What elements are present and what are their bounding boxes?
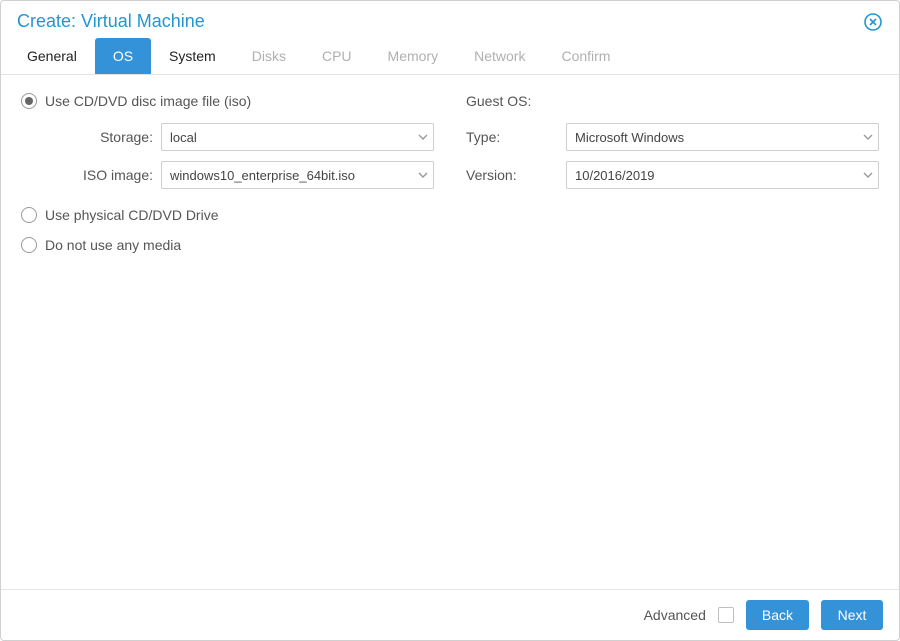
iso-label: ISO image: xyxy=(21,167,161,183)
next-button[interactable]: Next xyxy=(821,600,883,630)
tab-system[interactable]: System xyxy=(151,38,234,74)
radio-iso[interactable] xyxy=(21,93,37,109)
radio-physical-label: Use physical CD/DVD Drive xyxy=(45,207,218,223)
radio-physical[interactable] xyxy=(21,207,37,223)
radio-none-label: Do not use any media xyxy=(45,237,181,253)
dialog-title: Create: Virtual Machine xyxy=(17,11,205,32)
col-guest-os: Guest OS: Type: Version: xyxy=(466,93,879,571)
col-media: Use CD/DVD disc image file (iso) Storage… xyxy=(21,93,434,571)
iso-combo[interactable] xyxy=(161,161,434,189)
version-combo[interactable] xyxy=(566,161,879,189)
radio-none[interactable] xyxy=(21,237,37,253)
type-combo[interactable] xyxy=(566,123,879,151)
tab-cpu: CPU xyxy=(304,38,370,74)
tab-memory: Memory xyxy=(370,38,457,74)
radio-iso-label: Use CD/DVD disc image file (iso) xyxy=(45,93,251,109)
radio-row-none[interactable]: Do not use any media xyxy=(21,237,434,253)
line-storage: Storage: xyxy=(21,123,434,151)
wizard-tabs: General OS System Disks CPU Memory Netwo… xyxy=(1,38,899,75)
storage-label: Storage: xyxy=(21,129,161,145)
type-input[interactable] xyxy=(566,123,879,151)
titlebar: Create: Virtual Machine xyxy=(1,1,899,38)
guest-os-heading: Guest OS: xyxy=(466,93,879,109)
tab-general[interactable]: General xyxy=(9,38,95,74)
version-label: Version: xyxy=(466,167,566,183)
type-label: Type: xyxy=(466,129,566,145)
tab-network: Network xyxy=(456,38,543,74)
tab-disks: Disks xyxy=(234,38,304,74)
back-button[interactable]: Back xyxy=(746,600,809,630)
line-type: Type: xyxy=(466,123,879,151)
version-input[interactable] xyxy=(566,161,879,189)
close-icon[interactable] xyxy=(863,12,883,32)
advanced-checkbox[interactable] xyxy=(718,607,734,623)
storage-combo[interactable] xyxy=(161,123,434,151)
storage-input[interactable] xyxy=(161,123,434,151)
tab-confirm: Confirm xyxy=(543,38,628,74)
tab-os[interactable]: OS xyxy=(95,38,151,74)
dialog-footer: Advanced Back Next xyxy=(1,589,899,640)
dialog-body: Use CD/DVD disc image file (iso) Storage… xyxy=(1,75,899,589)
advanced-label: Advanced xyxy=(644,607,706,623)
radio-row-iso[interactable]: Use CD/DVD disc image file (iso) xyxy=(21,93,434,109)
line-iso: ISO image: xyxy=(21,161,434,189)
line-version: Version: xyxy=(466,161,879,189)
iso-input[interactable] xyxy=(161,161,434,189)
dialog-create-vm: Create: Virtual Machine General OS Syste… xyxy=(0,0,900,641)
radio-row-physical[interactable]: Use physical CD/DVD Drive xyxy=(21,207,434,223)
